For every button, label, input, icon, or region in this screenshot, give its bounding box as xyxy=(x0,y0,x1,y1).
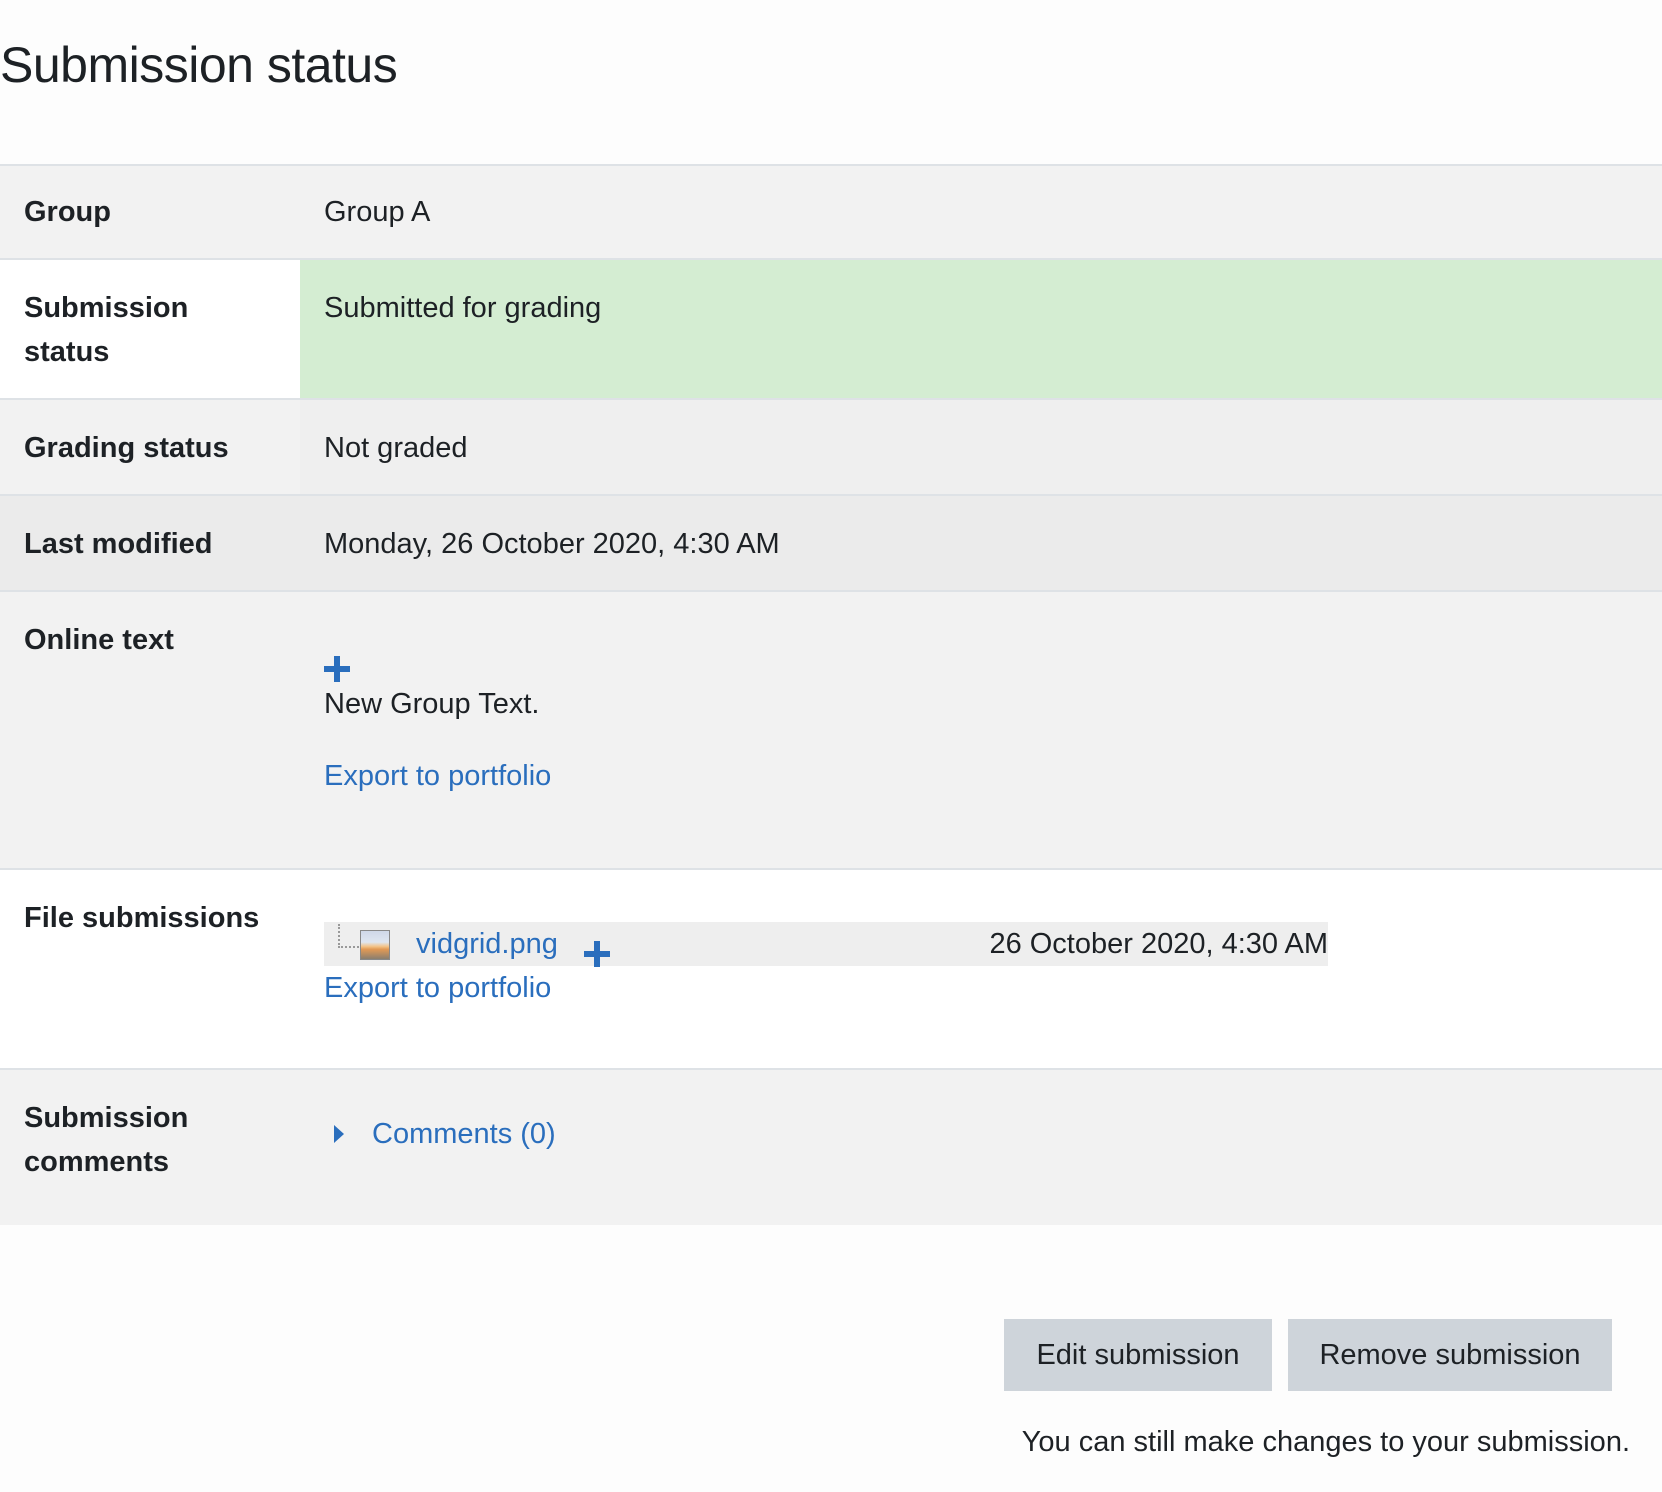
file-date: 26 October 2020, 4:30 AM xyxy=(989,928,1328,960)
export-to-portfolio-link[interactable]: Export to portfolio xyxy=(324,966,1638,1010)
online-text-cell: New Group Text. Export to portfolio xyxy=(300,591,1662,869)
grading-status-value: Not graded xyxy=(300,399,1662,495)
row-label: Last modified xyxy=(24,528,213,560)
row-submission-status: Submission status Submitted for grading xyxy=(0,259,1662,399)
row-grading-status: Grading status Not graded xyxy=(0,399,1662,495)
image-file-icon xyxy=(360,930,390,960)
comments-toggle[interactable]: Comments (0) xyxy=(324,1112,1638,1156)
caret-right-icon xyxy=(334,1125,344,1143)
row-label: File submissions xyxy=(24,902,260,934)
online-text-content: New Group Text. xyxy=(324,688,540,720)
edit-submission-button[interactable]: Edit submission xyxy=(1004,1319,1272,1391)
file-item: vidgrid.png 26 October 2020, 4:30 AM xyxy=(324,922,1328,968)
tree-icon xyxy=(338,924,362,948)
file-name-link[interactable]: vidgrid.png xyxy=(416,922,558,966)
group-value: Group A xyxy=(324,196,431,228)
submission-status-table: Group Group A Submission status Submitte… xyxy=(0,164,1662,1225)
row-last-modified: Last modified Monday, 26 October 2020, 4… xyxy=(0,495,1662,591)
page-title: Submission status xyxy=(0,37,398,93)
submission-comments-cell: Comments (0) xyxy=(300,1069,1662,1225)
row-online-text: Online text New Group Text. Export to po… xyxy=(0,591,1662,869)
row-group: Group Group A xyxy=(0,165,1662,259)
row-label: Submission status xyxy=(0,259,300,399)
last-modified-value: Monday, 26 October 2020, 4:30 AM xyxy=(324,528,780,560)
comments-link[interactable]: Comments (0) xyxy=(372,1112,556,1156)
row-file-submissions: File submissions vidgrid.png 26 October … xyxy=(0,869,1662,1069)
remove-submission-button[interactable]: Remove submission xyxy=(1288,1319,1612,1391)
row-label: Online text xyxy=(24,624,174,656)
file-submissions-cell: vidgrid.png 26 October 2020, 4:30 AM Exp… xyxy=(300,869,1662,1069)
row-label: Group xyxy=(24,196,111,228)
row-submission-comments: Submission comments Comments (0) xyxy=(0,1069,1662,1225)
row-label: Submission comments xyxy=(24,1102,189,1178)
row-label: Grading status xyxy=(24,432,229,464)
plus-icon xyxy=(584,941,610,968)
page: Submission status Group Group A Submissi… xyxy=(0,0,1662,1492)
export-to-portfolio-link[interactable]: Export to portfolio xyxy=(324,754,1638,798)
expand-plus-button[interactable] xyxy=(324,646,1638,683)
changes-note: You can still make changes to your submi… xyxy=(1021,1426,1630,1458)
file-expand-button[interactable] xyxy=(584,931,610,975)
submission-status-value: Submitted for grading xyxy=(300,259,1662,399)
plus-icon xyxy=(324,656,350,683)
